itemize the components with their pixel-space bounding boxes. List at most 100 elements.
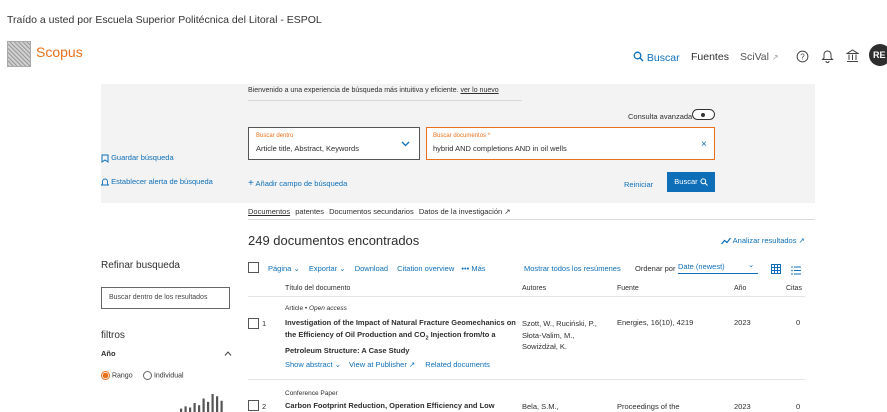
user-avatar[interactable]: RE: [869, 44, 887, 66]
result-2-source[interactable]: Proceedings of the: [617, 402, 680, 411]
histogram-bar: [193, 403, 196, 412]
tab-patents[interactable]: patentes: [295, 207, 324, 216]
add-search-field-label: Añadir campo de búsqueda: [255, 179, 348, 188]
toggle-knob: [701, 113, 705, 117]
analyze-results-link[interactable]: Analizar resultados ↗: [721, 236, 805, 245]
histogram-bar: [180, 408, 183, 412]
tab-documents[interactable]: Documentos: [248, 207, 290, 216]
page-menu-label: Página: [268, 264, 292, 273]
whats-new-link[interactable]: ver lo nuevo: [460, 87, 498, 94]
result-1-source[interactable]: Energies, 16(10), 4219: [617, 318, 693, 327]
export-menu[interactable]: Exportar ⌄: [309, 264, 346, 273]
advanced-query-label: Consulta avanzada: [628, 112, 693, 121]
result-2-title[interactable]: Carbon Footprint Reduction, Operation Ef…: [285, 401, 495, 410]
elsevier-logo[interactable]: [7, 41, 31, 67]
scival-nav-link[interactable]: SciVal ↗: [740, 51, 779, 63]
scopus-logo[interactable]: Scopus: [36, 44, 83, 60]
institution-icon[interactable]: [845, 49, 860, 68]
search-icon: [700, 178, 708, 186]
external-link-icon: ↗: [771, 53, 779, 62]
scival-nav-label: SciVal: [740, 51, 769, 63]
radio-empty-icon: [143, 371, 152, 380]
search-submit-button[interactable]: Buscar: [667, 172, 715, 192]
trend-chart-icon: [721, 237, 731, 245]
result-2-year: 2023: [734, 402, 751, 411]
refine-title: Refinar busqueda: [101, 260, 180, 271]
title-segment: the Efficiency of Oil Production and CO: [285, 329, 426, 339]
chevron-down-icon: ⌄: [334, 360, 341, 369]
result-2-number: 2: [262, 402, 267, 411]
related-documents-link[interactable]: Related documents: [425, 360, 490, 369]
show-abstract-link[interactable]: Show abstract ⌄: [285, 360, 341, 369]
search-submit-label: Buscar: [674, 177, 698, 186]
search-documents-field[interactable]: Buscar documentos * hybrid AND completio…: [426, 127, 715, 160]
refine-search-input[interactable]: Buscar dentro de los resultados: [101, 287, 230, 309]
list-view-icon[interactable]: [791, 262, 801, 280]
range-radio[interactable]: Rango: [101, 371, 133, 380]
result-tabs: Documentos patentes Documentos secundari…: [248, 207, 511, 216]
search-within-select[interactable]: Buscar dentro Article title, Abstract, K…: [248, 127, 420, 160]
view-at-publisher-link[interactable]: View at Publisher ↗: [349, 360, 415, 369]
analyze-results-label: Analizar resultados ↗: [732, 236, 805, 245]
histogram-bar: [220, 400, 223, 412]
search-within-value: Article title, Abstract, Keywords: [256, 144, 359, 153]
search-icon: [633, 51, 644, 65]
column-header-citations: Citas: [786, 285, 802, 292]
more-dots-icon: •••: [461, 264, 470, 273]
tabs-divider: [248, 219, 815, 220]
filters-heading: filtros: [101, 330, 125, 341]
sources-nav-link[interactable]: Fuentes: [691, 51, 729, 63]
histogram-bar: [184, 406, 187, 412]
individual-radio[interactable]: Individual: [143, 371, 184, 380]
document-type: Article: [285, 305, 304, 312]
column-header-year: Año: [734, 285, 747, 292]
add-search-field-link[interactable]: + Añadir campo de búsqueda: [248, 178, 347, 189]
search-within-label: Buscar dentro: [256, 133, 294, 139]
reset-link[interactable]: Reiniciar: [624, 180, 653, 189]
banner-text: Bienvenido a una experiencia de búsqueda…: [248, 87, 459, 94]
save-search-link[interactable]: Guardar búsqueda: [101, 153, 174, 163]
search-nav-link[interactable]: Buscar: [633, 51, 680, 65]
more-menu[interactable]: ••• Más: [461, 264, 485, 273]
result-1-checkbox[interactable]: [248, 318, 259, 329]
column-header-authors: Autores: [522, 285, 547, 292]
histogram-bar: [216, 396, 219, 412]
save-search-label: Guardar búsqueda: [111, 153, 174, 162]
tab-secondary-documents[interactable]: Documentos secundarios: [329, 207, 414, 216]
show-abstract-label: Show abstract: [285, 360, 333, 369]
radio-selected-icon: [101, 371, 110, 380]
export-menu-label: Exportar: [308, 264, 338, 273]
show-all-abstracts-link[interactable]: Mostrar todos los resúmenes: [524, 264, 621, 273]
advanced-query-toggle[interactable]: [692, 109, 715, 120]
row-divider: [248, 379, 805, 380]
result-2-checkbox[interactable]: [248, 400, 259, 411]
chevron-down-icon: ⌄: [339, 264, 346, 273]
result-1-citations: 0: [796, 318, 801, 327]
institution-courtesy: Traído a usted por Escuela Superior Poli…: [7, 14, 322, 26]
tab-research-data[interactable]: Datos de la investigación ↗: [419, 207, 511, 216]
notifications-bell-icon[interactable]: [821, 49, 834, 68]
result-1-number: 1: [262, 319, 267, 328]
chevron-up-icon[interactable]: [224, 351, 232, 356]
clear-search-icon[interactable]: ×: [701, 139, 707, 150]
page-menu[interactable]: Página ⌄: [268, 264, 300, 273]
histogram-bar: [189, 407, 192, 412]
results-toolbar: Página ⌄ Exportar ⌄ Download Citation ov…: [268, 264, 486, 273]
select-all-checkbox[interactable]: [248, 262, 259, 273]
download-link[interactable]: Download: [355, 264, 388, 273]
sort-by-label: Ordenar por: [635, 264, 676, 273]
help-icon[interactable]: ?: [796, 50, 809, 68]
histogram-bar: [198, 405, 201, 412]
header-divider: [248, 296, 805, 297]
result-1-title[interactable]: Investigation of the Impact of Natural F…: [285, 317, 516, 356]
citation-overview-link[interactable]: Citation overview: [397, 264, 454, 273]
result-1-authors[interactable]: Szott, W., Ruciński, P., Słota-Valim, M.…: [522, 318, 597, 353]
table-view-icon[interactable]: [771, 261, 781, 279]
sort-by-select[interactable]: Date (newest) ⌄: [678, 260, 758, 274]
column-header-source: Fuente: [617, 285, 639, 292]
search-alert-label: Establecer alerta de búsqueda: [111, 177, 213, 186]
search-documents-input[interactable]: hybrid AND completions AND in oil wells: [433, 144, 567, 153]
result-2-authors[interactable]: Bela, S.M.,: [522, 402, 559, 411]
search-alert-link[interactable]: Establecer alerta de búsqueda: [101, 177, 213, 187]
more-menu-label: Más: [471, 264, 486, 273]
